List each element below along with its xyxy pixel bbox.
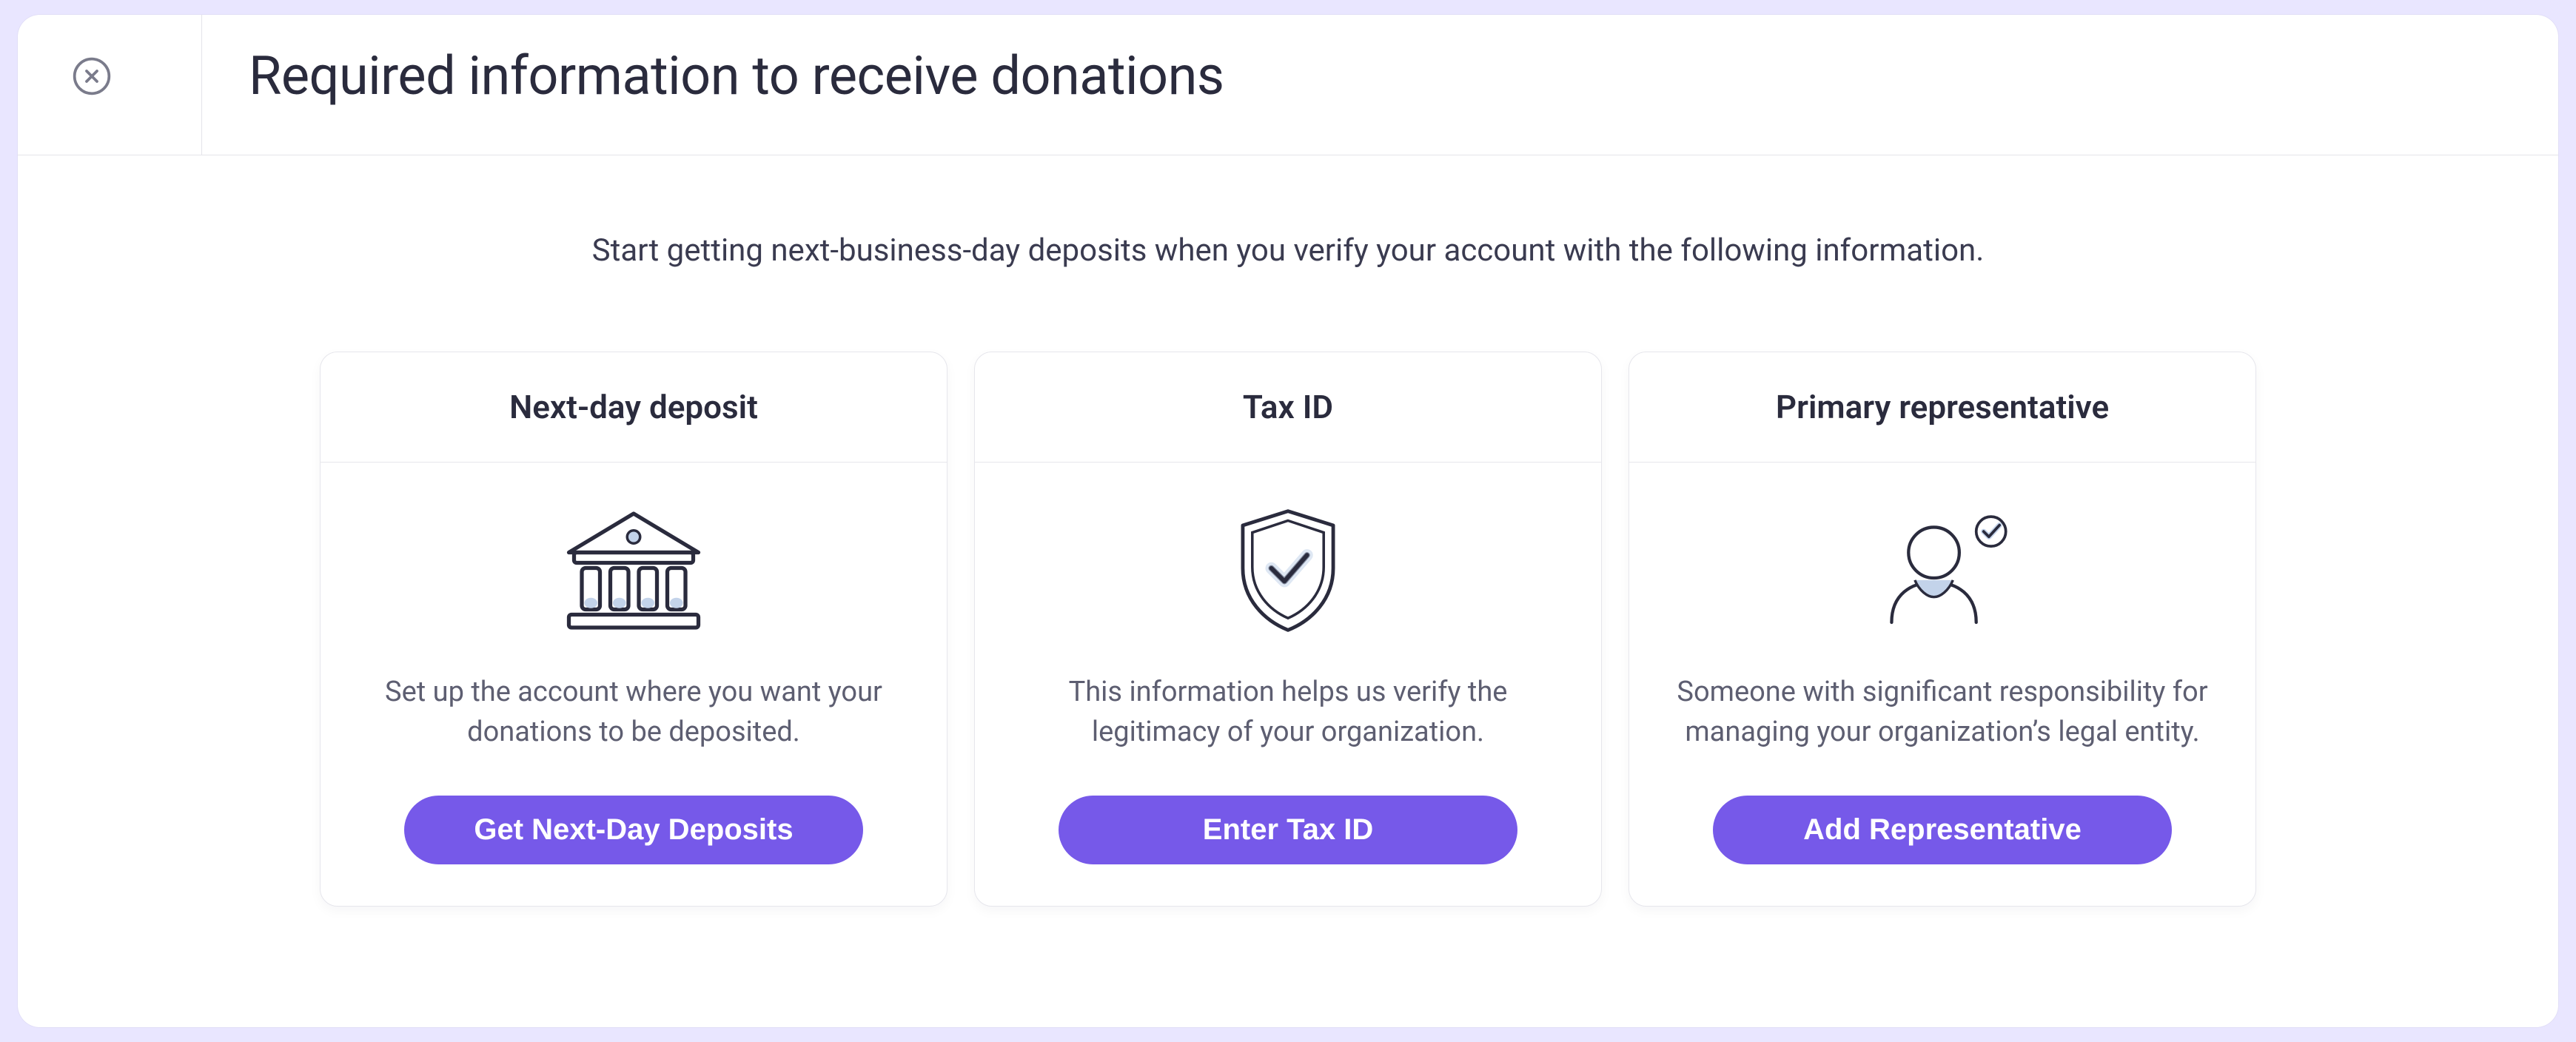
add-representative-button[interactable]: Add Representative — [1713, 796, 2172, 864]
close-cell — [70, 54, 157, 98]
card-desc: Someone with significant responsibility … — [1676, 673, 2209, 762]
person-verified-icon — [1868, 501, 2016, 640]
card-body: Someone with significant responsibility … — [1629, 463, 2255, 906]
page-title: Required information to receive donation… — [204, 44, 1224, 107]
enter-tax-id-button[interactable]: Enter Tax ID — [1059, 796, 1517, 864]
card-next-day-deposit: Next-day deposit — [320, 352, 947, 907]
close-icon — [71, 56, 113, 97]
modal-sheet: Required information to receive donation… — [18, 15, 2558, 1027]
card-title: Tax ID — [975, 352, 1601, 463]
card-title: Next-day deposit — [321, 352, 947, 463]
modal-header: Required information to receive donation… — [18, 15, 2558, 155]
close-button[interactable] — [70, 54, 114, 98]
card-title: Primary representative — [1629, 352, 2255, 463]
card-body: This information helps us verify the leg… — [975, 463, 1601, 906]
header-divider — [201, 15, 202, 155]
bank-icon — [556, 501, 711, 640]
card-row: Next-day deposit — [18, 352, 2558, 907]
shield-check-icon — [1225, 501, 1351, 640]
card-desc: Set up the account where you want your d… — [367, 673, 900, 762]
get-next-day-deposits-button[interactable]: Get Next-Day Deposits — [404, 796, 863, 864]
intro-text: Start getting next-business-day deposits… — [178, 232, 2398, 269]
card-body: Set up the account where you want your d… — [321, 463, 947, 906]
card-tax-id: Tax ID This information helps us verify … — [974, 352, 1602, 907]
card-primary-representative: Primary representative Someone with sign… — [1629, 352, 2256, 907]
card-desc: This information helps us verify the leg… — [1022, 673, 1554, 762]
